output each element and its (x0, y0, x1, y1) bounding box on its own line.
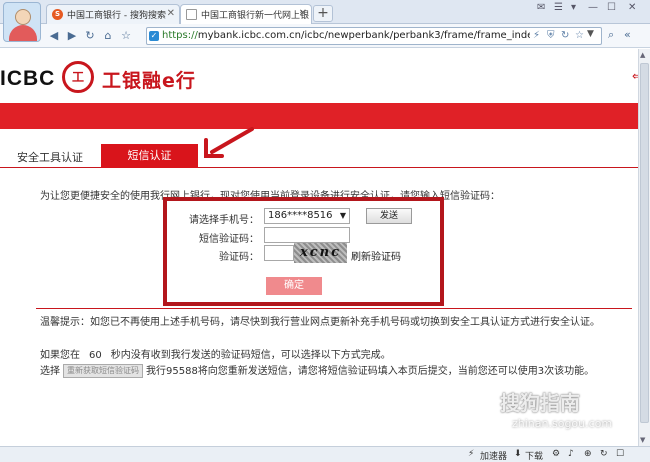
phone-label: 请选择手机号： (189, 215, 259, 226)
auth-tabs: 安全工具认证 短信认证 (0, 144, 638, 168)
sms-form: 请选择手机号： 186****8516 ▼ 发送 短信验证码： 验证码： xcn… (163, 197, 444, 306)
forward-icon[interactable]: ▶ (64, 28, 80, 44)
sms-code-label: 短信验证码： (199, 234, 259, 245)
vertical-scrollbar[interactable]: ▲ ▼ (638, 49, 650, 446)
lock-icon: ✓ (149, 31, 159, 41)
page-icon (186, 9, 197, 20)
nav-band (0, 103, 638, 129)
sms-code-input[interactable] (264, 227, 350, 243)
scroll-down-icon[interactable]: ▼ (640, 436, 645, 444)
reload-icon[interactable]: ↻ (561, 30, 569, 41)
download-label[interactable]: 下载 (525, 449, 543, 462)
star-icon[interactable]: ☆ (575, 30, 584, 41)
minimize-icon[interactable]: — (588, 2, 598, 13)
annotation-arrow-icon (204, 127, 254, 158)
phone-select[interactable]: 186****8516 ▼ (264, 208, 350, 224)
tab-title: 中国工商银行 - 搜狗搜索 (67, 11, 166, 21)
window-icon[interactable]: ☐ (616, 449, 624, 459)
captcha-input[interactable] (264, 245, 294, 261)
countdown-text: 如果您在 60 秒内没有收到我行发送的验证码短信，可以选择以下方式完成。 (40, 350, 391, 361)
accelerator-label[interactable]: 加速器 (480, 449, 507, 462)
settings-icon[interactable]: ☰ (554, 2, 563, 13)
tools-icon[interactable]: ⚙ (552, 449, 560, 459)
download-icon[interactable]: ⬇ (514, 449, 522, 459)
browser-toolbar: ◀ ▶ ↻ ⌂ ☆ ✓ https://mybank.icbc.com.cn/i… (0, 24, 650, 48)
captcha-label: 验证码： (219, 252, 259, 263)
accelerator-icon[interactable]: ⚡ (468, 449, 474, 459)
sidebar-chevron-icon[interactable]: « (624, 28, 631, 41)
user-avatar[interactable] (3, 2, 41, 42)
new-tab-button[interactable]: + (313, 5, 333, 22)
sogou-icon: S (52, 9, 63, 20)
scroll-up-icon[interactable]: ▲ (640, 51, 645, 59)
watermark: 搜狗指南 (500, 391, 580, 415)
browser-tab-sogou[interactable]: S 中国工商银行 - 搜狗搜索 ✕ (46, 4, 180, 24)
watermark-url: zhinan.sogou.com (512, 417, 613, 430)
brand-latin: ICBC (0, 67, 56, 90)
alternative-text: 选择 重新获取短信验证码 我行95588将向您重新发送短信，请您将短信验证码填入本页… (40, 364, 595, 378)
close-window-icon[interactable]: ✕ (628, 2, 636, 13)
page-content: ICBC 工 工银融e行 ⇐ 安全工具认证 短信认证 为让您更便捷安全的使用我行… (0, 49, 650, 446)
tab-security-tool[interactable]: 安全工具认证 (17, 149, 83, 165)
search-icon[interactable]: ⌕ (608, 28, 614, 42)
close-icon[interactable]: ✕ (167, 8, 175, 19)
close-icon[interactable]: ✕ (299, 8, 307, 19)
translate-icon[interactable]: ⚡ (533, 30, 540, 41)
maximize-icon[interactable]: ☐ (607, 2, 616, 13)
browser-tab-icbc[interactable]: 中国工商银行新一代网上银 ✕ (180, 4, 312, 25)
refresh-icon[interactable]: ↻ (600, 449, 608, 459)
divider (36, 308, 632, 309)
scroll-thumb[interactable] (640, 63, 649, 423)
tab-title: 中国工商银行新一代网上银 (201, 11, 310, 21)
address-url[interactable]: https://mybank.icbc.com.cn/icbc/newperba… (162, 30, 530, 41)
home-icon[interactable]: ⌂ (100, 28, 116, 44)
warm-tip: 温馨提示：如您已不再使用上述手机号码，请尽快到我行营业网点更新补充手机号码或切换… (40, 317, 600, 328)
bookmark-icon[interactable]: ☆ (118, 28, 134, 44)
security-icon[interactable]: ⛨ (547, 30, 555, 41)
send-button[interactable]: 发送 (366, 208, 412, 224)
menu-icon[interactable]: ▾ (571, 2, 576, 13)
icbc-seal-icon: 工 (62, 61, 94, 93)
zoom-icon[interactable]: ⊕ (584, 449, 592, 459)
status-bar: ⚡ 加速器 ⬇ 下载 ⚙ ♪ ⊕ ↻ ☐ (0, 446, 650, 462)
phone-value: 186****8516 (268, 210, 333, 221)
brand-chinese: 工银融e行 (102, 70, 196, 92)
skin-icon[interactable]: ✉ (537, 2, 545, 13)
tab-sms[interactable]: 短信认证 (101, 144, 198, 168)
address-bar[interactable]: ✓ https://mybank.icbc.com.cn/icbc/newper… (146, 27, 602, 45)
sound-icon[interactable]: ♪ (568, 449, 574, 459)
confirm-button[interactable]: 确定 (266, 277, 322, 295)
captcha-image[interactable]: xcnc (294, 243, 347, 263)
chevron-down-icon[interactable]: ▼ (587, 29, 599, 39)
chevron-down-icon: ▼ (339, 211, 346, 220)
countdown-seconds: 60 (89, 350, 102, 361)
back-icon[interactable]: ◀ (46, 28, 62, 44)
browser-tabbar: S 中国工商银行 - 搜狗搜索 ✕ 中国工商银行新一代网上银 ✕ + ✉ ☰ ▾… (0, 0, 650, 25)
refresh-captcha-link[interactable]: 刷新验证码 (351, 248, 401, 263)
reget-sms-button[interactable]: 重新获取短信验证码 (63, 364, 143, 378)
refresh-icon[interactable]: ↻ (82, 28, 98, 44)
